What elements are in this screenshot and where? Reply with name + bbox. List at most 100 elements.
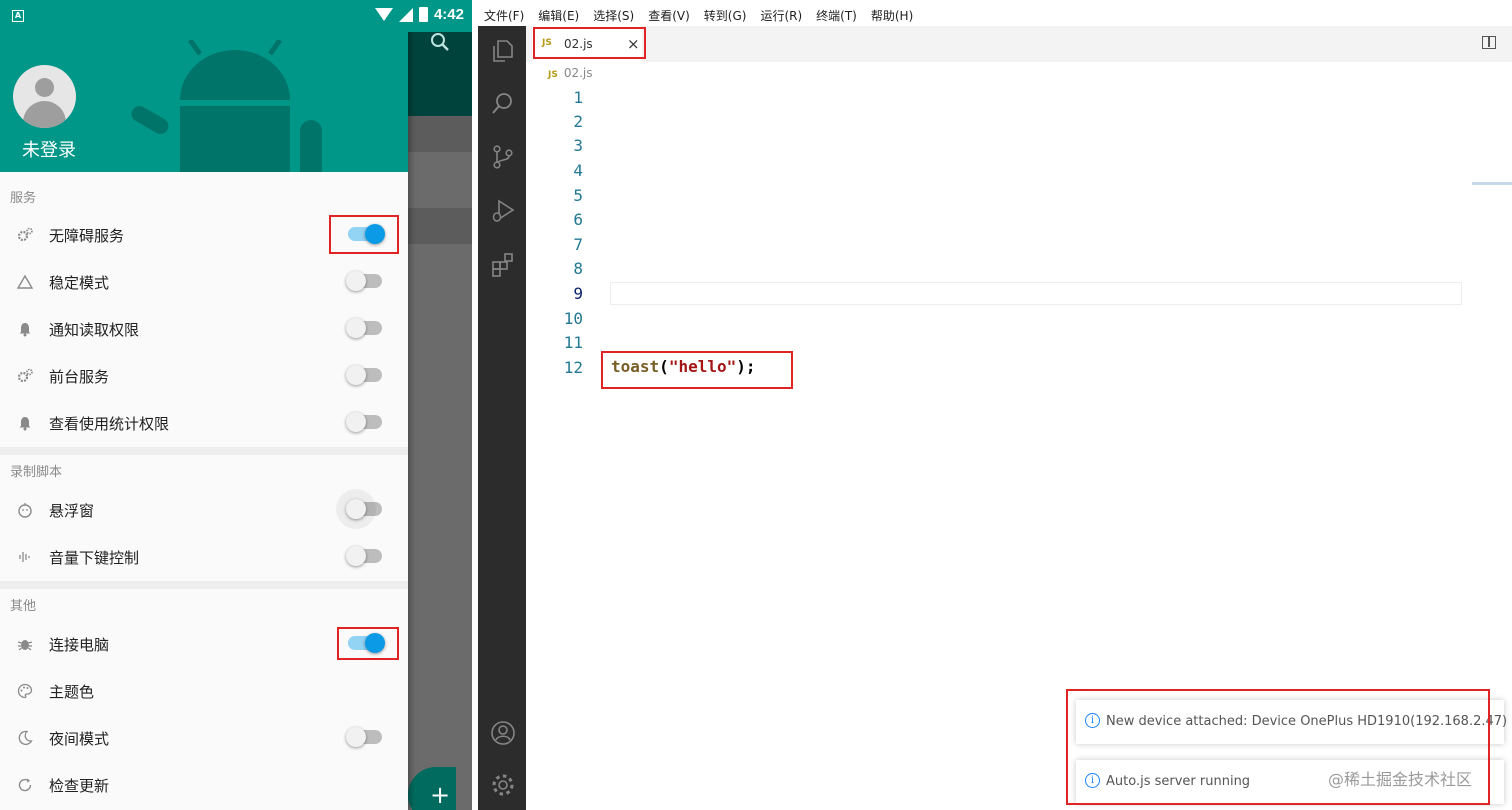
foreground-service-toggle[interactable] <box>346 365 382 385</box>
code-punct-token: ( <box>659 357 669 376</box>
background-app: + <box>408 0 472 810</box>
drawer-item-label: 音量下键控制 <box>49 549 140 567</box>
notification-permission-toggle[interactable] <box>346 318 382 338</box>
line-number: 6 <box>573 210 583 229</box>
bell-icon <box>19 323 31 337</box>
notification-device-attached[interactable]: i New device attached: Device OnePlus HD… <box>1076 700 1508 744</box>
face-icon <box>18 503 32 518</box>
menu-view[interactable]: 查看(V) <box>648 7 690 24</box>
signal-icon <box>398 7 413 22</box>
activity-bar <box>478 26 526 810</box>
floating-window-toggle[interactable] <box>346 499 382 519</box>
js-file-icon: JS <box>542 38 552 48</box>
volume-key-toggle[interactable] <box>346 546 382 566</box>
js-file-icon: JS <box>548 70 558 80</box>
drawer-item-volume-key-control[interactable]: 音量下键控制 <box>0 533 408 580</box>
search-icon[interactable] <box>430 32 450 52</box>
editor-tab-bar: JS 02.js × <box>526 26 1512 62</box>
menu-run[interactable]: 运行(R) <box>760 7 802 24</box>
extensions-icon[interactable] <box>490 252 516 278</box>
drawer-item-accessibility[interactable]: 无障碍服务 <box>0 211 408 258</box>
battery-icon <box>418 7 428 22</box>
line-number: 8 <box>573 259 583 278</box>
night-mode-toggle[interactable] <box>346 727 382 747</box>
line-number: 4 <box>573 161 583 180</box>
connect-computer-toggle[interactable] <box>348 633 385 653</box>
split-editor-icon[interactable] <box>1482 36 1496 49</box>
settings-gear-icon[interactable] <box>490 772 516 798</box>
usage-stats-toggle[interactable] <box>346 412 382 432</box>
code-line-12[interactable]: toast("hello"); <box>611 357 756 376</box>
drawer-item-label: 查看使用统计权限 <box>49 415 170 433</box>
explorer-icon[interactable] <box>490 38 516 64</box>
android-phone-screen: A 4:42 + 未登录 服务 无障碍服务 稳定模式 通知读取权限 前台服务 查… <box>0 0 472 810</box>
drawer-item-label: 通知读取权限 <box>49 321 140 339</box>
code-editor[interactable]: 1 2 3 4 5 6 7 8 9 10 11 12 toast("hello"… <box>526 84 1512 684</box>
notification-message: Auto.js server running <box>1106 774 1251 789</box>
drawer-item-foreground-service[interactable]: 前台服务 <box>0 352 408 399</box>
line-number: 5 <box>573 186 583 205</box>
account-icon[interactable] <box>490 720 516 746</box>
breadcrumb[interactable]: JS 02.js <box>548 66 593 80</box>
breadcrumb-file[interactable]: 02.js <box>564 66 593 80</box>
status-time: 4:42 <box>433 6 464 23</box>
code-function-token: toast <box>611 357 660 376</box>
android-robot-icon <box>131 40 322 172</box>
drawer-item-stable-mode[interactable]: 稳定模式 <box>0 258 408 305</box>
section-label-record-script: 录制脚本 <box>10 465 63 480</box>
login-status-label[interactable]: 未登录 <box>22 136 76 162</box>
vscode-window: 文件(F) 编辑(E) 选择(S) 查看(V) 转到(G) 运行(R) 终端(T… <box>472 0 1512 810</box>
tab-label: 02.js <box>564 37 593 51</box>
info-icon: i <box>1085 713 1100 728</box>
current-line-highlight <box>610 282 1462 305</box>
code-punct-token: ); <box>736 357 756 376</box>
stable-mode-toggle[interactable] <box>346 271 382 291</box>
accessibility-toggle[interactable] <box>348 224 385 244</box>
palette-icon <box>17 683 33 699</box>
menu-terminal[interactable]: 终端(T) <box>816 7 857 24</box>
search-icon[interactable] <box>490 90 516 116</box>
section-divider <box>0 447 408 455</box>
run-debug-icon[interactable] <box>490 198 516 224</box>
line-number: 11 <box>563 333 583 352</box>
watermark: @稀土掘金技术社区 <box>1328 770 1473 789</box>
waveform-icon <box>19 552 30 562</box>
refresh-icon <box>18 778 32 792</box>
drawer-item-notification-permission[interactable]: 通知读取权限 <box>0 305 408 352</box>
menu-help[interactable]: 帮助(H) <box>871 7 913 24</box>
minimap[interactable] <box>1472 182 1512 185</box>
source-control-icon[interactable] <box>490 144 516 170</box>
drawer-item-night-mode[interactable]: 夜间模式 <box>0 714 408 761</box>
line-number: 10 <box>563 309 583 328</box>
menu-selection[interactable]: 选择(S) <box>593 7 634 24</box>
line-number: 12 <box>563 358 583 377</box>
close-icon[interactable]: × <box>627 35 640 53</box>
drawer-item-label: 前台服务 <box>49 368 110 386</box>
menu-file[interactable]: 文件(F) <box>484 7 524 24</box>
notification-message: New device attached: Device OnePlus HD19… <box>1106 714 1508 729</box>
gears-icon <box>17 368 33 383</box>
bell-icon <box>19 417 31 431</box>
section-divider <box>0 581 408 589</box>
drawer-item-connect-computer[interactable]: 连接电脑 <box>0 620 408 667</box>
status-bar: A 4:42 <box>0 0 472 32</box>
drawer-item-theme-color[interactable]: 主题色 <box>0 667 408 714</box>
drawer-item-check-update[interactable]: 检查更新 <box>0 761 408 808</box>
line-number: 7 <box>573 235 583 254</box>
wifi-icon <box>374 8 393 21</box>
drawer-item-label: 夜间模式 <box>49 730 110 748</box>
avatar[interactable] <box>13 65 76 128</box>
line-number: 2 <box>573 112 583 131</box>
drawer-item-label: 连接电脑 <box>49 636 110 654</box>
moon-icon <box>18 730 33 745</box>
menu-go[interactable]: 转到(G) <box>704 7 747 24</box>
drawer-item-usage-stats-permission[interactable]: 查看使用统计权限 <box>0 399 408 446</box>
drawer-item-label: 稳定模式 <box>49 274 110 292</box>
drawer-item-floating-window[interactable]: 悬浮窗 <box>0 486 408 533</box>
add-fab-button[interactable]: + <box>408 767 456 810</box>
line-number-active: 9 <box>573 284 583 303</box>
background-list-header <box>408 116 472 152</box>
drawer-item-label: 检查更新 <box>49 777 110 795</box>
tab-02-js[interactable]: JS 02.js × <box>532 26 642 62</box>
menu-edit[interactable]: 编辑(E) <box>538 7 579 24</box>
